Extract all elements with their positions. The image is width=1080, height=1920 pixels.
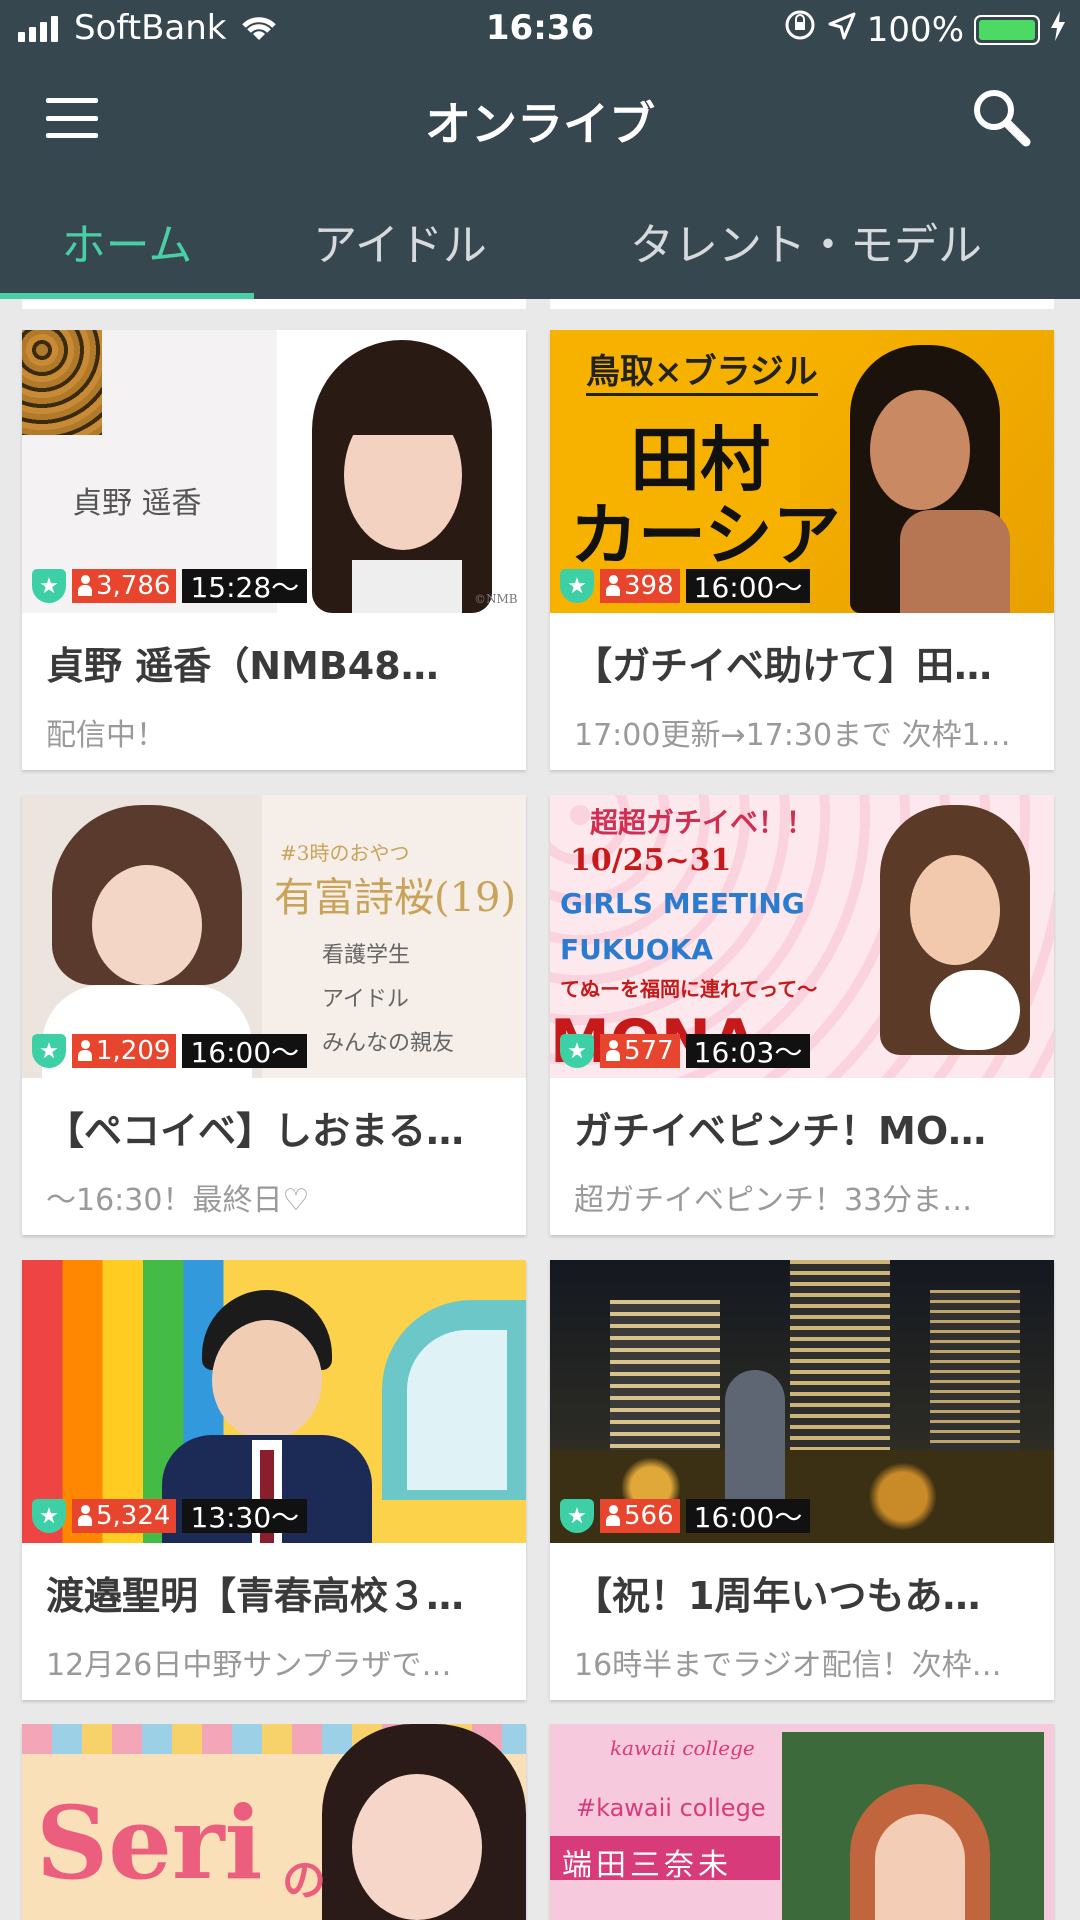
card-subtitle: 16時半までラジオ配信！次枠…: [574, 1648, 1002, 1683]
thumb-caption: Seri: [36, 1784, 263, 1902]
tab-idol[interactable]: アイドル: [254, 183, 546, 299]
thumb-caption: カーシア: [570, 496, 841, 576]
category-tabs: ホーム アイドル タレント・モデル: [0, 183, 1080, 299]
card-subtitle: 配信中！: [46, 718, 166, 753]
person-icon: [78, 1040, 92, 1062]
live-card[interactable]: 鳥取×ブラジル 田村 カーシア ★ 398 16:00〜 【ガチイベ助けて】田……: [550, 330, 1054, 770]
start-time: 15:28〜: [182, 569, 308, 604]
card-title: 【祝！1周年いつもあ…: [574, 1574, 981, 1618]
card-subtitle: 12月26日中野サンプラザで…: [46, 1648, 452, 1683]
card-remnant: [550, 299, 1054, 309]
thumb-caption: 貞野 遥香: [72, 486, 202, 521]
live-card[interactable]: 貞野 遥香 ©NMB ★ 3,786 15:28〜 貞野 遥香（NMB48… 配…: [22, 330, 526, 770]
viewer-count: 398: [600, 569, 680, 603]
app-title: オンライブ: [425, 97, 655, 151]
thumb-logo: kawaii college: [610, 1736, 755, 1760]
search-icon[interactable]: [970, 86, 1032, 148]
live-card[interactable]: 超超ガチイベ！！ 10/25~31 GIRLS MEETING FUKUOKA …: [550, 795, 1054, 1235]
battery-icon: [974, 14, 1040, 45]
viewer-count: 566: [600, 1499, 680, 1533]
card-thumbnail: kawaii college #kawaii college 端田三奈未: [550, 1724, 1054, 1920]
person-icon: [606, 575, 620, 597]
thumb-caption: 鳥取×ブラジル: [586, 344, 818, 396]
live-card[interactable]: ★ 5,324 13:30〜 渡邉聖明【青春高校３… 12月26日中野サンプラザ…: [22, 1260, 526, 1700]
card-subtitle: 〜16:30！最終日♡: [46, 1183, 310, 1218]
thumb-caption: 有富詩桜(19): [274, 875, 517, 921]
verified-shield-icon: ★: [560, 569, 594, 603]
thumb-caption: 看護学生: [322, 943, 411, 968]
card-thumbnail: ★ 5,324 13:30〜: [22, 1260, 526, 1543]
live-card[interactable]: Seri の: [22, 1724, 526, 1920]
person-icon: [78, 1505, 92, 1527]
thumb-credit: ©NMB: [474, 592, 518, 606]
verified-shield-icon: ★: [32, 1034, 66, 1068]
start-time: 16:00〜: [685, 569, 811, 604]
thumb-caption: 超超ガチイベ！！: [590, 806, 815, 839]
card-title: 貞野 遥香（NMB48…: [46, 644, 439, 688]
verified-shield-icon: ★: [560, 1499, 594, 1533]
thumb-caption: 端田三奈未: [562, 1848, 732, 1883]
card-thumbnail: Seri の: [22, 1724, 526, 1920]
location-icon: [827, 10, 857, 50]
start-time: 16:00〜: [182, 1034, 308, 1069]
charging-icon: [1050, 10, 1066, 50]
live-badges: ★ 566 16:00〜: [560, 1499, 811, 1534]
card-thumbnail: 超超ガチイベ！！ 10/25~31 GIRLS MEETING FUKUOKA …: [550, 795, 1054, 1078]
live-card[interactable]: kawaii college #kawaii college 端田三奈未: [550, 1724, 1054, 1920]
thumb-caption: #kawaii college: [576, 1794, 766, 1822]
viewer-count: 5,324: [72, 1499, 177, 1533]
orientation-lock-icon: [783, 8, 817, 51]
tab-talent-model[interactable]: タレント・モデル: [546, 183, 1066, 299]
card-remnant: [22, 299, 526, 309]
verified-shield-icon: ★: [560, 1034, 594, 1068]
person-icon: [606, 1505, 620, 1527]
card-thumbnail: 貞野 遥香 ©NMB ★ 3,786 15:28〜: [22, 330, 526, 613]
card-thumbnail: 鳥取×ブラジル 田村 カーシア ★ 398 16:00〜: [550, 330, 1054, 613]
card-subtitle: 17:00更新→17:30まで 次枠1…: [574, 718, 1011, 753]
card-title: 【ガチイベ助けて】田…: [574, 644, 993, 688]
thumb-caption: てぬーを福岡に連れてって〜: [560, 977, 818, 1001]
live-badges: ★ 398 16:00〜: [560, 569, 811, 604]
battery-percent: 100%: [866, 9, 964, 50]
verified-shield-icon: ★: [32, 569, 66, 603]
thumb-caption: アイドル: [322, 987, 409, 1012]
card-thumbnail: #3時のおやつ 有富詩桜(19) 看護学生 アイドル みんなの親友 ★ 1,20…: [22, 795, 526, 1078]
tab-home[interactable]: ホーム: [0, 183, 254, 299]
live-badges: ★ 1,209 16:00〜: [32, 1034, 308, 1069]
start-time: 16:00〜: [685, 1499, 811, 1534]
card-thumbnail: ★ 566 16:00〜: [550, 1260, 1054, 1543]
thumb-caption: FUKUOKA: [560, 933, 713, 966]
live-badges: ★ 577 16:03〜: [560, 1034, 811, 1069]
thumb-caption: の: [282, 1855, 326, 1906]
person-icon: [78, 575, 92, 597]
start-time: 13:30〜: [182, 1499, 308, 1534]
thumb-caption: GIRLS MEETING: [560, 887, 805, 920]
thumb-caption: みんなの親友: [322, 1031, 455, 1056]
thumb-caption: 10/25~31: [570, 843, 732, 878]
thumb-caption: #3時のおやつ: [280, 841, 410, 865]
viewer-count: 3,786: [72, 569, 177, 603]
live-badges: ★ 5,324 13:30〜: [32, 1499, 308, 1534]
app-bar: オンライブ: [0, 58, 1080, 183]
live-badges: ★ 3,786 15:28〜: [32, 569, 308, 604]
live-card[interactable]: ★ 566 16:00〜 【祝！1周年いつもあ… 16時半までラジオ配信！次枠…: [550, 1260, 1054, 1700]
person-icon: [606, 1040, 620, 1062]
card-title: 渡邉聖明【青春高校３…: [46, 1574, 465, 1618]
verified-shield-icon: ★: [32, 1499, 66, 1533]
card-title: ガチイベピンチ！MO…: [574, 1109, 987, 1153]
card-subtitle: 超ガチイベピンチ！33分ま…: [574, 1183, 973, 1218]
viewer-count: 577: [600, 1034, 680, 1068]
status-bar: SoftBank 16:36 100%: [0, 0, 1080, 58]
viewer-count: 1,209: [72, 1034, 177, 1068]
start-time: 16:03〜: [685, 1034, 811, 1069]
live-card[interactable]: #3時のおやつ 有富詩桜(19) 看護学生 アイドル みんなの親友 ★ 1,20…: [22, 795, 526, 1235]
card-title: 【ペコイベ】しおまる…: [46, 1109, 465, 1153]
